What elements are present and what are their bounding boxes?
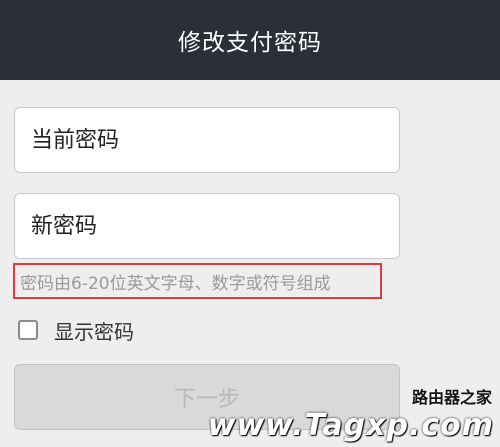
next-step-button-label: 下一步 — [173, 387, 240, 412]
show-password-checkbox[interactable] — [18, 320, 38, 340]
new-password-input[interactable] — [29, 193, 399, 259]
password-rule-hint-text: 密码由6-20位英文字母、数字或符号组成 — [20, 273, 331, 294]
page-title: 修改支付密码 — [178, 30, 322, 56]
next-step-button[interactable]: 下一步 — [14, 364, 400, 430]
app-header: 修改支付密码 — [0, 0, 500, 80]
current-password-input[interactable] — [29, 107, 399, 173]
password-rule-hint: 密码由6-20位英文字母、数字或符号组成 — [13, 263, 382, 299]
current-password-field-container[interactable] — [14, 107, 400, 173]
show-password-toggle[interactable]: 显示密码 — [18, 315, 134, 345]
new-password-field-container[interactable] — [14, 193, 400, 259]
show-password-label: 显示密码 — [54, 319, 134, 344]
